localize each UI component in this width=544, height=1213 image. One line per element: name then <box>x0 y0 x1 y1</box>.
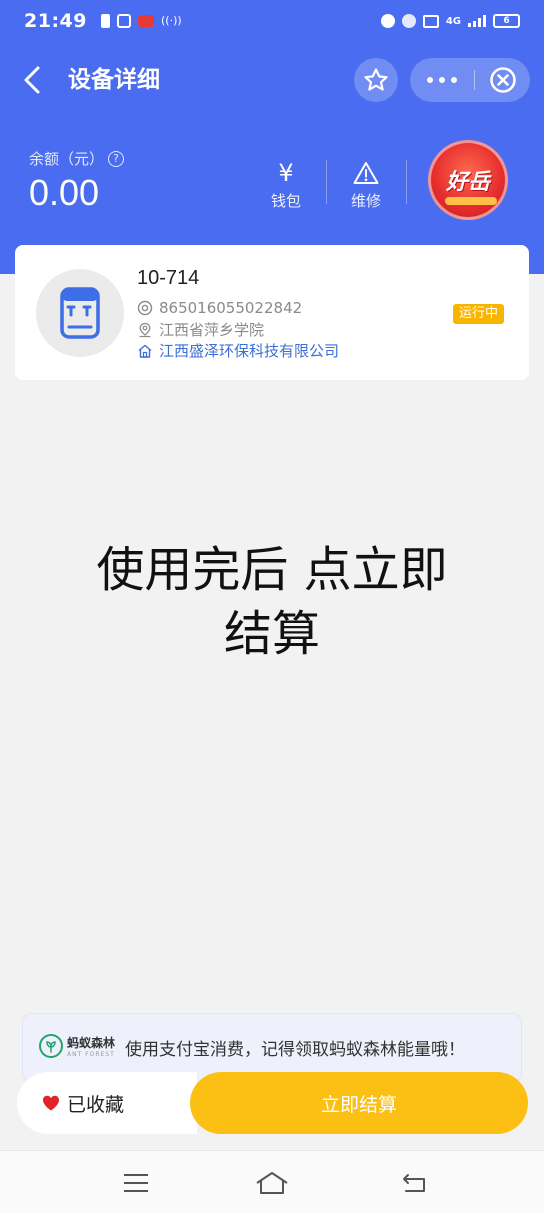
device-avatar <box>36 269 124 357</box>
back-nav-icon[interactable] <box>394 1167 434 1199</box>
network-type: 4G <box>445 15 461 27</box>
sim-icon <box>100 14 110 28</box>
instruction-line-1: 使用完后 点立即 <box>96 542 448 598</box>
balance-label-text: 余额（元） <box>29 150 105 168</box>
status-time: 21:49 <box>24 10 87 32</box>
mute-icon <box>401 14 416 28</box>
promo-badge[interactable]: 好岳 <box>428 140 508 220</box>
heart-icon <box>43 1095 59 1111</box>
notification-icon <box>116 14 131 28</box>
balance-value: 0.00 <box>29 172 100 213</box>
ant-forest-text: 使用支付宝消费，记得领取蚂蚁森林能量哦！ <box>125 1040 465 1060</box>
warning-triangle-icon <box>352 158 380 188</box>
promo-text: 好岳 <box>445 170 490 195</box>
device-serial: 865016055022842 <box>159 299 303 317</box>
home-icon[interactable] <box>252 1167 292 1199</box>
hd-icon <box>422 14 439 28</box>
instruction-line-2: 结算 <box>223 606 320 662</box>
menu-icon[interactable] <box>116 1167 156 1199</box>
close-button[interactable] <box>475 58 530 102</box>
instruction-text: 使用完后 点立即 结算 <box>0 538 544 666</box>
repair-button[interactable]: 维修 <box>336 158 396 211</box>
status-bar: 21:49 ((·)) 4G 6 <box>0 0 544 42</box>
close-icon <box>489 67 516 93</box>
more-button[interactable] <box>410 58 474 102</box>
at-icon <box>137 300 153 316</box>
favorited-label: 已收藏 <box>67 1093 125 1116</box>
back-icon[interactable] <box>20 62 46 98</box>
ant-forest-name: 蚂蚁森林 <box>67 1036 116 1050</box>
ant-forest-sub: ANT FOREST <box>67 1051 115 1058</box>
help-icon[interactable]: ? <box>108 150 125 167</box>
wallet-label: 钱包 <box>270 192 301 210</box>
device-company: 江西盛泽环保科技有限公司 <box>159 342 340 360</box>
wallet-button[interactable]: ¥ 钱包 <box>256 158 316 211</box>
header-divider <box>326 160 327 204</box>
repair-label: 维修 <box>350 192 381 210</box>
hotspot-icon: ((·)) <box>160 14 182 27</box>
device-location-row: 江西省萍乡学院 <box>137 319 264 340</box>
header-divider <box>406 160 407 204</box>
star-icon <box>364 68 388 91</box>
location-pin-icon <box>137 322 153 338</box>
home-outline-icon <box>137 343 153 359</box>
ant-forest-logo: 蚂蚁森林 ANT FOREST <box>39 1034 115 1058</box>
balance-label: 余额（元） ? <box>29 148 125 169</box>
device-location: 江西省萍乡学院 <box>159 321 265 339</box>
status-left-icons: ((·)) <box>100 14 182 28</box>
status-badge: 运行中 <box>453 304 505 324</box>
header: 设备详细 余额（元） ? 0.00 ¥ 钱包 维修 好岳 <box>0 42 544 274</box>
settle-now-button[interactable]: 立即结算 <box>190 1072 528 1134</box>
device-name: 10-714 <box>137 267 200 289</box>
water-dispenser-icon <box>60 287 100 339</box>
ant-forest-icon <box>39 1034 63 1058</box>
signal-icon <box>468 15 486 27</box>
app-notification-icon <box>137 15 154 27</box>
device-card: 10-714 865016055022842 江西省萍乡学院 江西盛泽环保科技有… <box>15 245 529 380</box>
page-title: 设备详细 <box>68 67 160 93</box>
wallet-icon: ¥ <box>278 159 294 187</box>
miniapp-capsule <box>410 58 530 102</box>
device-serial-row: 865016055022842 <box>137 299 302 317</box>
alarm-icon <box>380 14 395 28</box>
favorite-star-button[interactable] <box>354 58 398 102</box>
promo-swoosh <box>445 197 497 205</box>
system-nav-bar <box>0 1150 544 1213</box>
device-company-row: 江西盛泽环保科技有限公司 <box>137 340 339 361</box>
battery-icon: 6 <box>493 14 520 28</box>
status-right-icons: 4G 6 <box>380 14 520 28</box>
favorited-button[interactable]: 已收藏 <box>17 1072 197 1134</box>
